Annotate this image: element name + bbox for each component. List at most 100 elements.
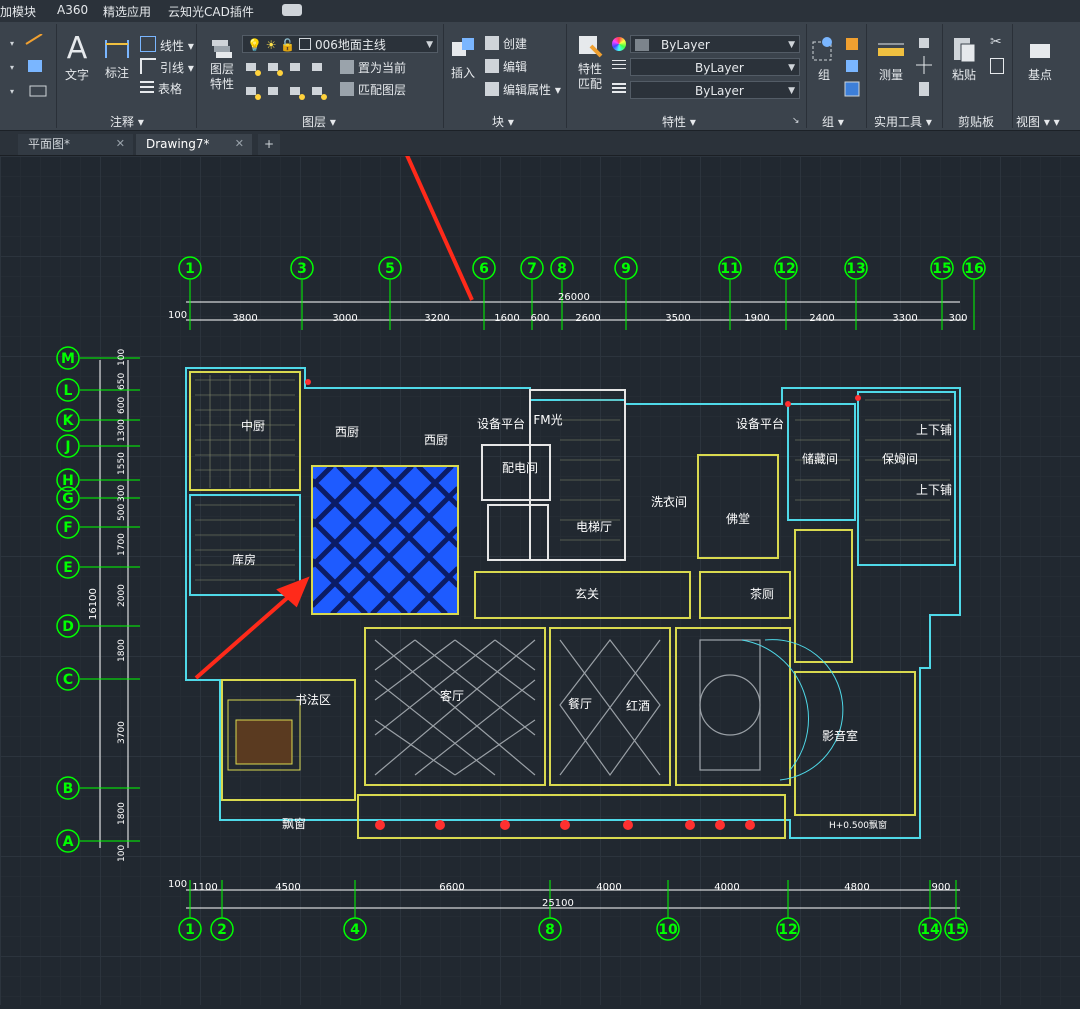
- group-button[interactable]: 组: [810, 34, 838, 83]
- top-dimension-value: 1600: [494, 313, 519, 324]
- menu-add-module[interactable]: 加模块: [0, 3, 36, 20]
- table-button[interactable]: 表格: [140, 80, 182, 98]
- bottom-axis-bubble: 4: [343, 917, 367, 941]
- match-layer-button[interactable]: 匹配图层: [340, 81, 406, 99]
- linear-button[interactable]: 线性 ▾: [140, 36, 194, 54]
- tab-scroll-left[interactable]: [0, 134, 16, 155]
- color-swatch: [635, 39, 649, 51]
- bottom-dimension-value: 4000: [714, 882, 739, 893]
- left-dimension-value: 3700: [117, 721, 127, 744]
- measure-button[interactable]: 测量: [874, 40, 908, 83]
- close-icon[interactable]: ✕: [235, 134, 244, 154]
- menu-cad-plugin[interactable]: 云知光CAD插件: [168, 3, 254, 20]
- bottom-axis-bubble: 1: [178, 917, 202, 941]
- tab-drawing7[interactable]: Drawing7* ✕: [136, 134, 252, 155]
- bottom-offset-dimension: 100: [168, 879, 187, 890]
- leader-button[interactable]: 引线 ▾: [140, 58, 194, 76]
- room-label: 红酒: [626, 698, 650, 713]
- match-properties-button[interactable]: 特性 匹配: [574, 34, 606, 92]
- group-tools-icons[interactable]: [842, 34, 864, 104]
- room-label: 西厨: [335, 425, 359, 439]
- axis-label: L: [64, 383, 73, 399]
- left-axis-bubble: C: [56, 667, 80, 691]
- left-axis-bubble: D: [56, 614, 80, 638]
- bottom-axis-bubble: 8: [538, 917, 562, 941]
- layers-panel-title[interactable]: 图层 ▾: [302, 113, 336, 129]
- lineweight-dropdown[interactable]: ByLayer ▼: [630, 81, 800, 99]
- linear-dim-icon: [140, 36, 156, 52]
- groups-panel-title[interactable]: 组 ▾: [822, 113, 844, 129]
- bottom-overall-dimension: 25100: [542, 898, 574, 909]
- room-label: 保姆间: [882, 452, 918, 466]
- cut-icon[interactable]: ✂: [990, 34, 1002, 50]
- axis-label: B: [63, 781, 74, 797]
- room-label: 储藏间: [802, 451, 838, 466]
- axis-label: 11: [720, 261, 739, 277]
- text-button[interactable]: A 文字: [62, 34, 92, 83]
- room-label: 洗衣间: [651, 494, 687, 509]
- drawing-canvas[interactable]: 1 3 5 6 7 8 9 11 12 13 15 16 26000 100 3800 3000 3200…: [0, 29, 1080, 1005]
- copy-icon[interactable]: [990, 58, 1004, 74]
- bottom-dimension-value: 1100: [192, 882, 217, 893]
- annotation-panel-title[interactable]: 注释 ▾: [110, 113, 144, 129]
- room-label: 上下铺: [916, 483, 952, 497]
- axis-label: 15: [932, 261, 951, 277]
- left-dimension-value: 2000: [117, 584, 127, 607]
- lineweight-icon: [612, 83, 626, 95]
- draw-tools-icon[interactable]: ▾ ▾ ▾: [4, 34, 52, 104]
- tab-floor-plan[interactable]: 平面图* ✕: [18, 134, 133, 155]
- clipboard-panel-title[interactable]: 剪贴板: [958, 113, 994, 129]
- axis-label: 8: [545, 922, 555, 938]
- top-offset-dimension: 100: [168, 310, 187, 321]
- properties-panel-title[interactable]: 特性 ▾: [662, 113, 696, 129]
- room-label: 客厅: [440, 688, 464, 703]
- edit-attributes-button[interactable]: 编辑属性 ▾: [485, 81, 561, 99]
- left-axis-bubble: E: [56, 555, 80, 579]
- stair-and-fixtures: [227, 639, 844, 781]
- menu-a360[interactable]: A360: [57, 3, 88, 17]
- layer-properties-button[interactable]: 图层 特性: [206, 36, 238, 92]
- left-dimension-value: 650: [117, 373, 127, 390]
- left-dimension-texts: 100 650 600 1300 1550 300 500 1700 2000 1800 3700 1…: [117, 349, 127, 862]
- view-panel-title[interactable]: 视图 ▾ ▾: [1016, 113, 1060, 129]
- paste-button[interactable]: 粘贴: [948, 34, 980, 83]
- room-label: 库房: [232, 552, 256, 567]
- room-label: 玄关: [575, 586, 599, 601]
- color-dropdown[interactable]: ByLayer ▼: [630, 35, 800, 53]
- top-dimension-value: 3000: [332, 313, 357, 324]
- linetype-dropdown[interactable]: ByLayer ▼: [630, 58, 800, 76]
- axis-label: 8: [557, 261, 567, 277]
- new-tab-button[interactable]: +: [258, 134, 280, 155]
- chevron-down-icon: ▼: [426, 40, 433, 50]
- panel-launcher-icon[interactable]: ↘: [792, 116, 800, 126]
- layer-stack-icon: [212, 40, 232, 58]
- axis-label: 6: [479, 261, 489, 277]
- room-label: 飘窗: [282, 817, 306, 831]
- base-point-button[interactable]: 基点: [1024, 38, 1056, 83]
- utility-tools-icons[interactable]: [914, 34, 936, 104]
- block-panel-title[interactable]: 块 ▾: [492, 113, 514, 129]
- current-layer-dropdown[interactable]: 💡 ☀ 🔓 006地面主线 ▼: [242, 35, 438, 53]
- utilities-panel-title[interactable]: 实用工具 ▾: [874, 113, 932, 129]
- edit-block-button[interactable]: 编辑: [485, 58, 527, 76]
- axis-label: G: [62, 491, 74, 507]
- axis-label: 12: [778, 922, 797, 938]
- linetype-icon: [612, 60, 626, 72]
- top-axis-bubble: 11: [718, 256, 742, 280]
- close-icon[interactable]: ✕: [116, 134, 125, 154]
- set-current-button[interactable]: 置为当前: [340, 59, 406, 77]
- room-label: 佛堂: [726, 512, 750, 526]
- dimension-button[interactable]: 标注: [102, 36, 132, 81]
- menu-featured-apps[interactable]: 精选应用: [103, 3, 151, 20]
- create-block-button[interactable]: 创建: [485, 35, 527, 53]
- left-dimension-value: 1700: [117, 533, 127, 556]
- table-label: 表格: [158, 82, 183, 96]
- left-dimension-value: 1550: [117, 452, 127, 475]
- layer-tool-icons[interactable]: [244, 59, 334, 105]
- menu-toggle-icon[interactable]: [282, 4, 302, 16]
- color-wheel-icon: [612, 37, 626, 51]
- insert-button[interactable]: 插入: [448, 36, 478, 81]
- menu-bar: 加模块 A360 精选应用 云知光CAD插件: [0, 0, 1080, 22]
- axis-label: 7: [527, 261, 537, 277]
- top-dimension-value: 3800: [232, 313, 257, 324]
